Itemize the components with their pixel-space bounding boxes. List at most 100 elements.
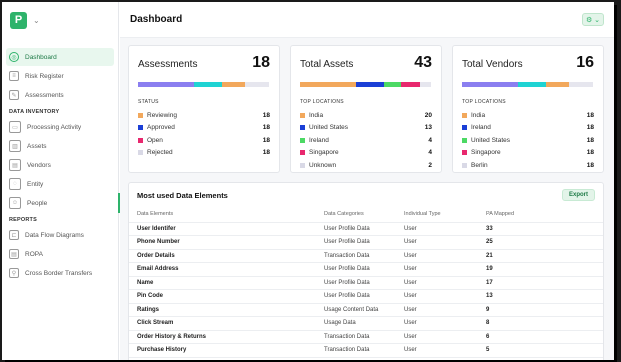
bar-segment	[300, 82, 357, 87]
sidebar-item-entity[interactable]: ◌ Entity	[2, 175, 119, 193]
column-header-data-elements[interactable]: Data Elements	[129, 207, 324, 223]
table-row[interactable]: Order History & Returns Transaction Data U…	[129, 330, 603, 344]
sidebar-item-label: Processing Activity	[27, 123, 82, 131]
legend-label: India	[309, 111, 324, 119]
column-header-individual-type[interactable]: Individual Type	[404, 207, 486, 223]
data-elements-table: Data Elements Data Categories Individual T…	[129, 207, 603, 358]
legend-value: 18	[586, 111, 594, 119]
table-row[interactable]: Ratings Usage Content Data User 9	[129, 303, 603, 317]
legend-label: Open	[147, 136, 163, 144]
legend-swatch	[300, 137, 305, 143]
sidebar-item-vendors[interactable]: ▤ Vendors	[2, 156, 119, 174]
people-icon: ☺	[9, 197, 21, 209]
legend-item: Singapore 4	[300, 147, 433, 160]
table-row[interactable]: Order Details Transaction Data User 21	[129, 249, 603, 263]
pa-mapped-cell: 8	[486, 316, 603, 331]
legend-value: 18	[262, 149, 270, 157]
data-element-cell: Click Stream	[129, 316, 324, 331]
data-element-cell: User Identifer	[129, 222, 324, 236]
legend-value: 20	[424, 111, 432, 119]
sidebar-item-label: Assets	[27, 142, 47, 150]
table-row[interactable]: Purchase History Transaction Data User 5	[129, 343, 603, 358]
pa-mapped-cell: 5	[486, 343, 603, 358]
legend-item: Approved 18	[138, 122, 271, 135]
legend: India 18 Ireland 18 United States 18 Singapore…	[462, 109, 595, 172]
sidebar-item-data-flow-diagrams[interactable]: ⊏ Data Flow Diagrams	[2, 226, 119, 244]
sidebar-item-risk-register[interactable]: ≡ Risk Register	[2, 67, 119, 85]
legend-label: Approved	[147, 124, 175, 132]
sidebar-item-label: Data Flow Diagrams	[25, 231, 84, 239]
bar-segment	[245, 82, 269, 87]
individual-type-cell: User	[404, 303, 486, 317]
export-button[interactable]: Export	[561, 189, 595, 201]
data-element-cell: Order Details	[129, 249, 324, 263]
settings-button[interactable]: ⚙ ⌄	[582, 13, 604, 26]
pa-mapped-cell: 9	[486, 303, 603, 317]
logo-row[interactable]: P ⌄	[2, 2, 118, 38]
folder-icon: ▭	[9, 121, 21, 133]
individual-type-cell: User	[404, 343, 486, 358]
legend-item: Ireland 4	[300, 134, 433, 147]
legend-item: Unknown 2	[300, 159, 433, 172]
legend-value: 18	[262, 124, 270, 132]
sidebar-item-assessments[interactable]: ✎ Assessments	[2, 86, 119, 104]
column-header-data-categories[interactable]: Data Categories	[324, 207, 404, 223]
entity-icon: ◌	[9, 178, 21, 190]
legend-label: Singapore	[309, 149, 339, 157]
table-body: User Identifer User Profile Data User 33 Pho…	[129, 222, 603, 358]
legend-item: Rejected 18	[138, 147, 271, 160]
sidebar-item-label: Entity	[27, 180, 44, 188]
vendors-icon: ▤	[9, 159, 21, 171]
section-data-inventory: DATA INVENTORY	[9, 108, 60, 115]
sidebar-item-label: Vendors	[27, 161, 51, 169]
bar-segment	[462, 82, 519, 87]
legend-title: TOP LOCATIONS	[300, 99, 344, 105]
column-header-pa-mapped[interactable]: PA Mapped	[486, 207, 603, 223]
sidebar-item-cross-border-transfers[interactable]: ⚲ Cross Border Transfers	[2, 264, 119, 282]
sidebar-item-people[interactable]: ☺ People	[2, 194, 119, 212]
data-element-cell: Email Address	[129, 262, 324, 277]
sidebar-item-label: ROPA	[25, 250, 43, 258]
data-category-cell: User Profile Data	[324, 289, 404, 304]
legend-swatch	[300, 162, 305, 168]
section-reports: REPORTS	[9, 216, 37, 223]
sidebar-item-label: Dashboard	[25, 53, 57, 61]
bar-segment	[545, 82, 570, 87]
bar-segment	[420, 82, 431, 87]
sidebar-item-ropa[interactable]: ▤ ROPA	[2, 245, 119, 263]
sidebar-item-processing-activity[interactable]: ▭ Processing Activity	[2, 118, 119, 136]
table-row[interactable]: Pin Code User Profile Data User 13	[129, 289, 603, 304]
table-row[interactable]: Name User Profile Data User 17	[129, 276, 603, 290]
individual-type-cell: User	[404, 222, 486, 236]
data-element-cell: Phone Number	[129, 235, 324, 250]
data-category-cell: Transaction Data	[324, 249, 404, 263]
legend-item: Reviewing 18	[138, 109, 271, 122]
summary-cards: Assessments 18 STATUS Reviewing 18 Approved 18…	[128, 45, 604, 173]
table-title: Most used Data Elements	[137, 190, 228, 200]
table-row[interactable]: User Identifer User Profile Data User 33	[129, 222, 603, 236]
individual-type-cell: User	[404, 289, 486, 304]
table-header: Most used Data Elements Export	[129, 183, 603, 207]
sidebar-item-assets[interactable]: ▥ Assets	[2, 137, 119, 155]
sidebar-item-dashboard[interactable]: ◎ Dashboard	[6, 48, 114, 66]
table-row[interactable]: Click Stream Usage Data User 8	[129, 316, 603, 331]
data-category-cell: Transaction Data	[324, 330, 404, 344]
legend-label: Ireland	[471, 124, 491, 132]
legend-value: 18	[262, 136, 270, 144]
card-title: Total Assets	[300, 59, 354, 70]
table-row[interactable]: Phone Number User Profile Data User 25	[129, 235, 603, 250]
legend-value: 13	[424, 124, 432, 132]
legend-item: Open 18	[138, 134, 271, 147]
bar-segment	[518, 82, 546, 87]
cross-border-icon: ⚲	[9, 268, 19, 278]
legend-swatch	[138, 125, 143, 131]
table-row[interactable]: Email Address User Profile Data User 19	[129, 262, 603, 277]
pa-mapped-cell: 33	[486, 222, 603, 236]
legend-value: 4	[428, 136, 432, 144]
pa-mapped-cell: 25	[486, 235, 603, 250]
chevron-down-icon[interactable]: ⌄	[33, 16, 40, 25]
legend-value: 18	[586, 149, 594, 157]
dashboard-icon: ◎	[9, 52, 19, 62]
assets-icon: ▥	[9, 140, 21, 152]
legend-value: 18	[586, 124, 594, 132]
